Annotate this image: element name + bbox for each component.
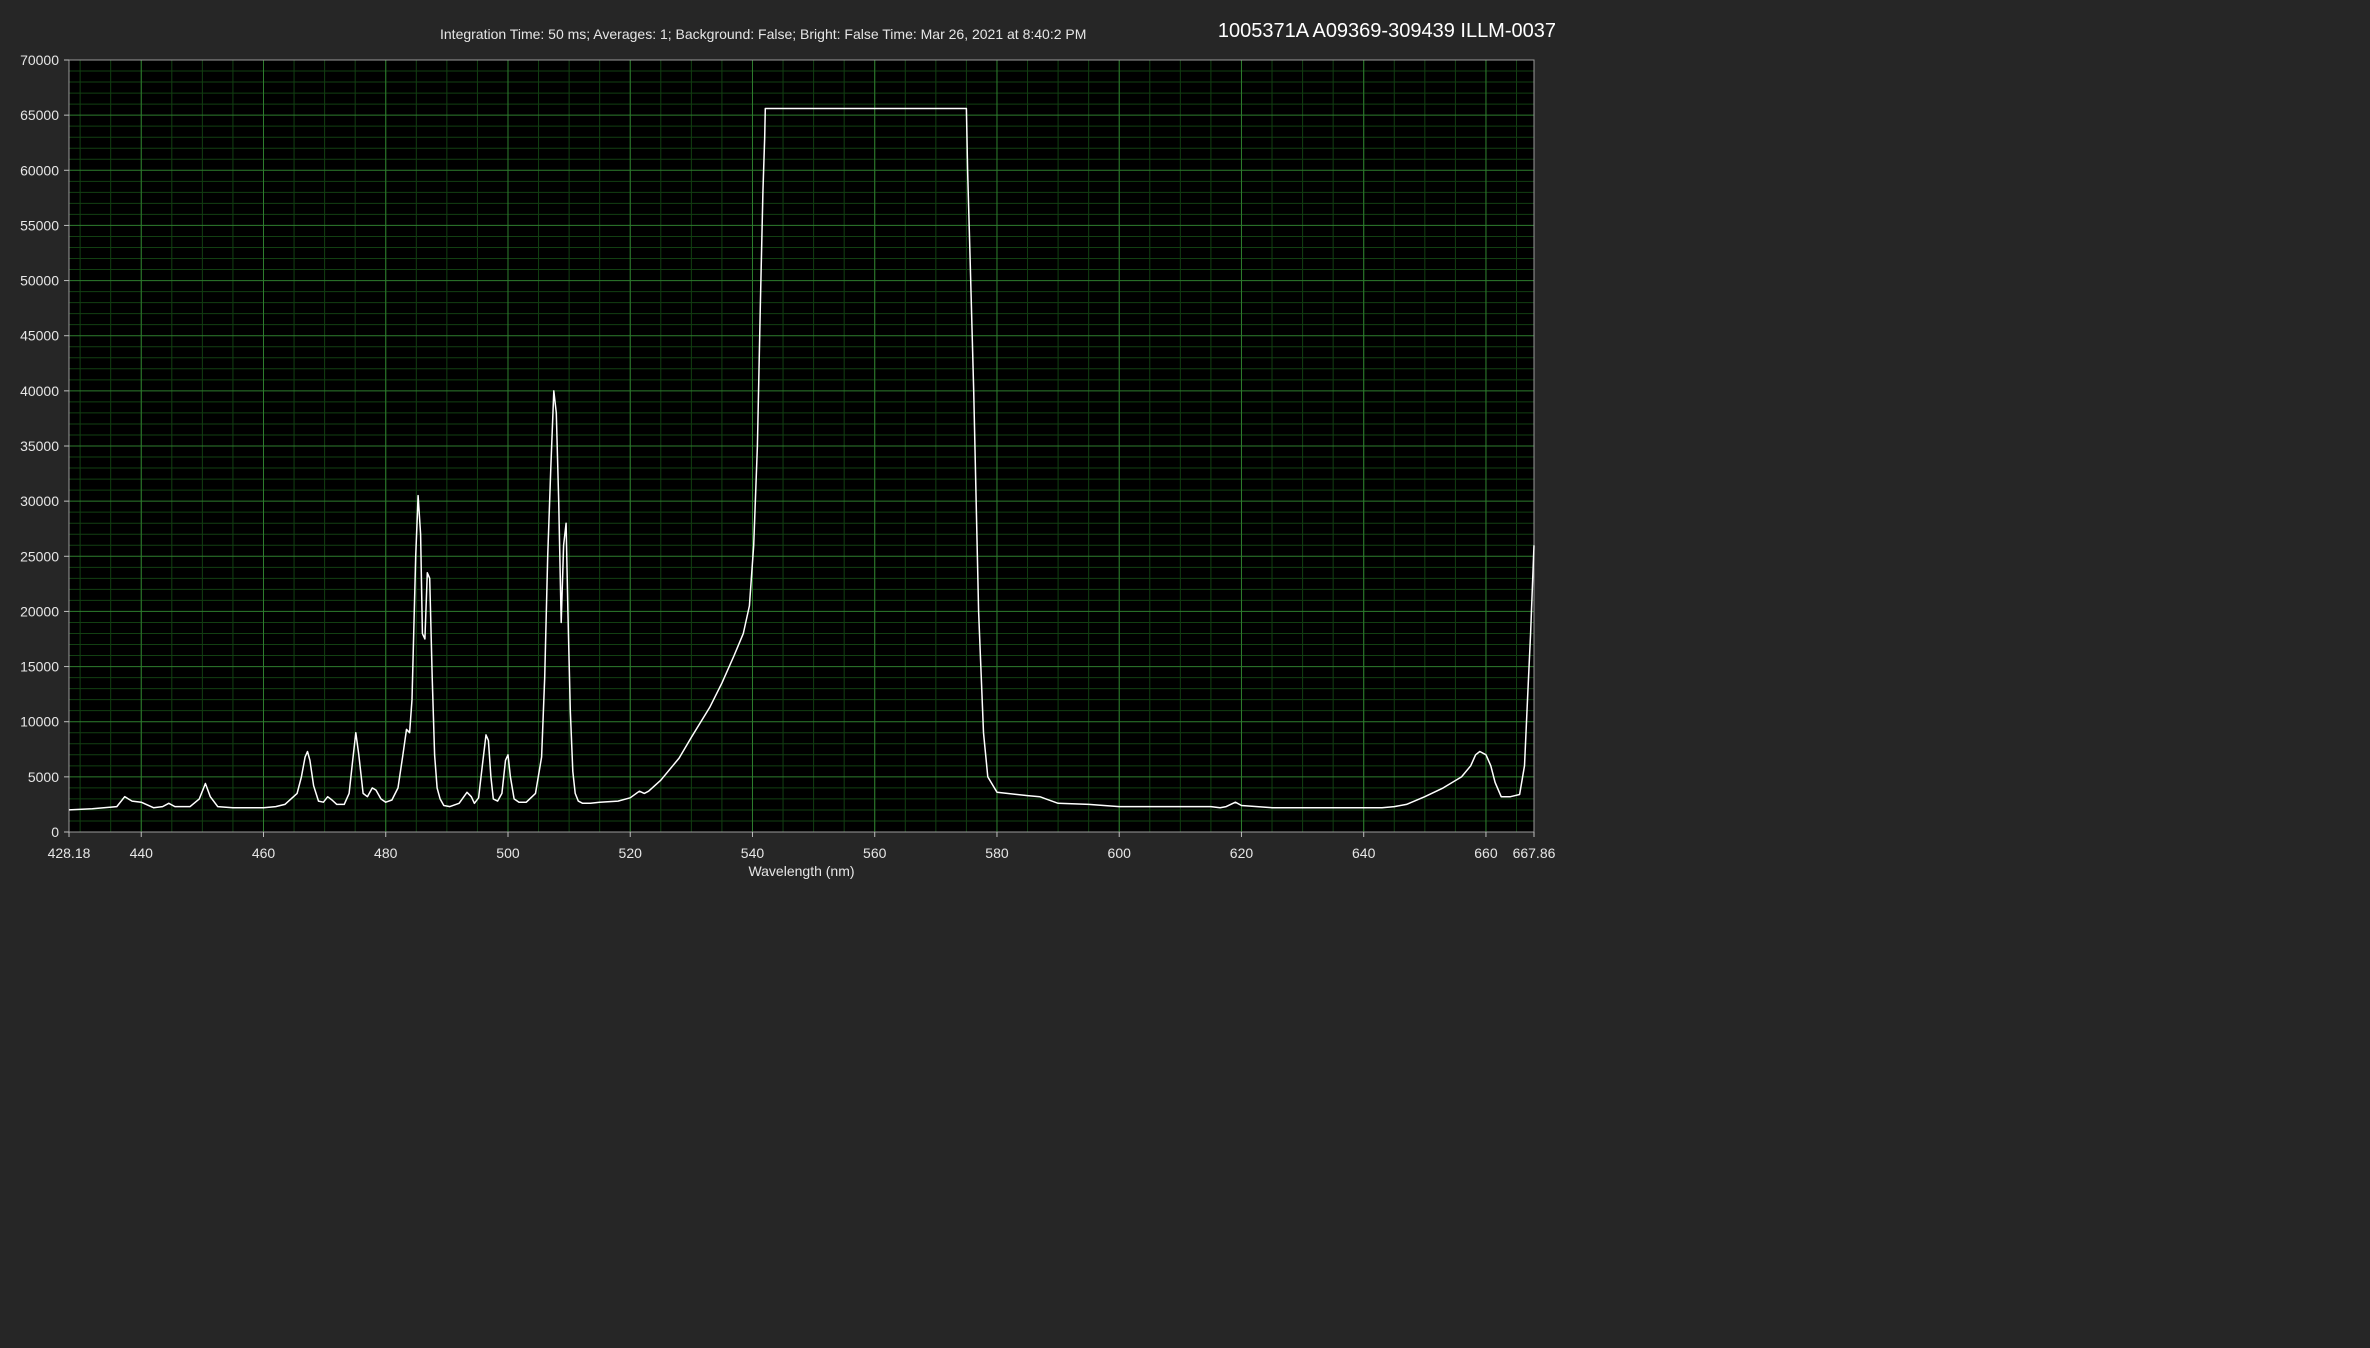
- x-tick-label: 580: [985, 845, 1009, 861]
- y-tick-label: 0: [51, 824, 59, 840]
- y-tick-label: 45000: [20, 328, 59, 344]
- x-tick-label: 667.86: [1513, 845, 1556, 861]
- y-tick-label: 30000: [20, 493, 59, 509]
- y-tick-label: 65000: [20, 107, 59, 123]
- x-axis-title: Wavelength (nm): [748, 863, 854, 879]
- y-axis: 0 5000 10000 15000 20000 25000 30000 35000 40000…: [20, 52, 69, 840]
- y-tick-label: 60000: [20, 162, 59, 178]
- x-tick-label: 500: [496, 845, 520, 861]
- y-tick-label: 50000: [20, 273, 59, 289]
- y-tick-label: 20000: [20, 603, 59, 619]
- y-tick-label: 35000: [20, 438, 59, 454]
- y-tick-label: 25000: [20, 548, 59, 564]
- x-tick-label: 480: [374, 845, 398, 861]
- x-tick-label: 560: [863, 845, 887, 861]
- x-tick-label: 460: [252, 845, 276, 861]
- y-tick-label: 40000: [20, 383, 59, 399]
- x-tick-label: 540: [741, 845, 765, 861]
- x-tick-label: 520: [619, 845, 643, 861]
- x-tick-label: 660: [1474, 845, 1498, 861]
- x-tick-label: 620: [1230, 845, 1254, 861]
- y-tick-label: 55000: [20, 217, 59, 233]
- y-tick-label: 15000: [20, 659, 59, 675]
- x-axis: 428.18 440 460 480 500 520 540 560 580 600 620 640 6…: [48, 832, 1556, 861]
- x-tick-label: 640: [1352, 845, 1376, 861]
- x-tick-label: 440: [130, 845, 154, 861]
- y-tick-label: 5000: [28, 769, 59, 785]
- y-tick-label: 70000: [20, 52, 59, 68]
- x-tick-label: 428.18: [48, 845, 91, 861]
- spectrum-chart[interactable]: 0 5000 10000 15000 20000 25000 30000 35000 40000…: [0, 0, 1568, 892]
- y-tick-label: 10000: [20, 714, 59, 730]
- x-tick-label: 600: [1108, 845, 1132, 861]
